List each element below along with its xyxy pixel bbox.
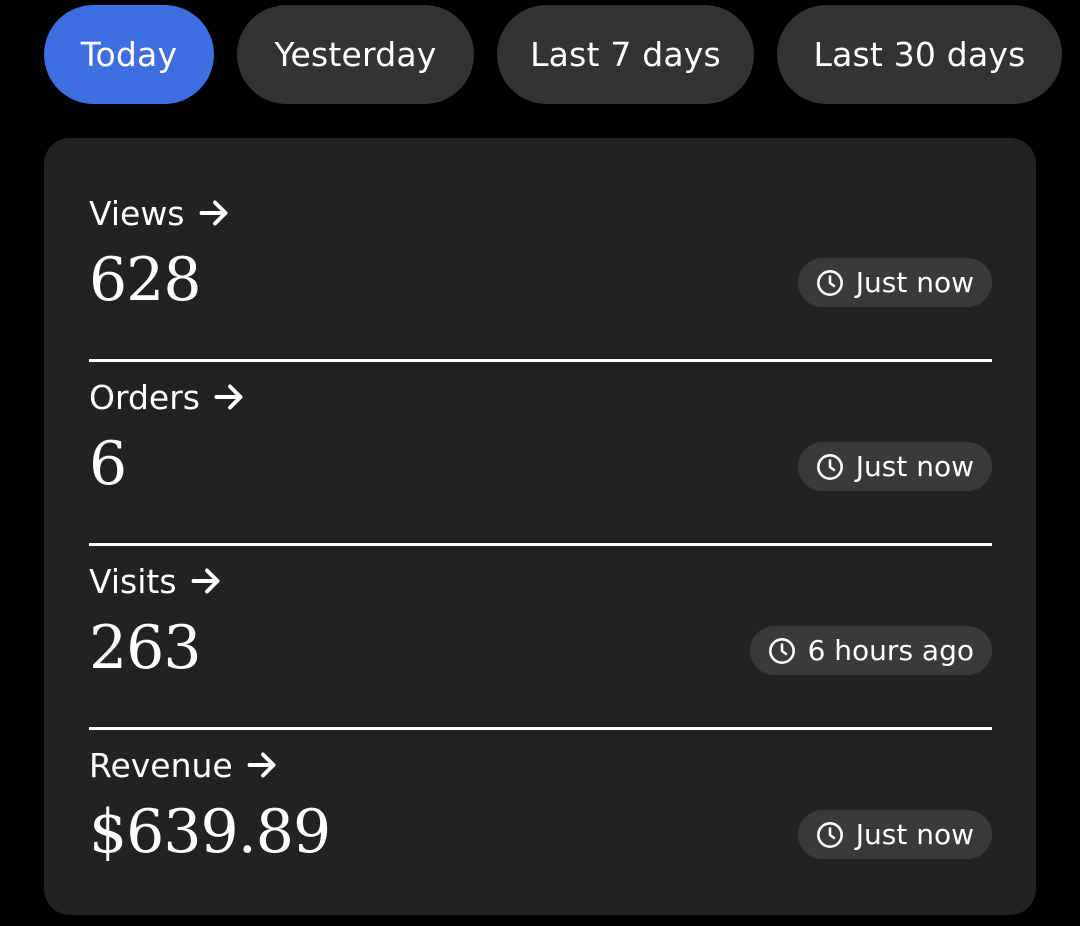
stats-card: Views 628 Just now Orders 6 Just now Vis… <box>44 138 1036 915</box>
metric-revenue: Revenue $639.89 Just now <box>89 730 992 914</box>
updated-badge: Just now <box>797 258 992 307</box>
updated-text: Just now <box>855 266 974 299</box>
metric-visits: Visits 263 6 hours ago <box>89 546 992 730</box>
updated-badge: 6 hours ago <box>749 626 992 675</box>
metric-views: Views 628 Just now <box>89 178 992 362</box>
metric-label: Visits <box>89 561 177 601</box>
tab-last-30-days[interactable]: Last 30 days <box>777 5 1062 104</box>
updated-text: 6 hours ago <box>807 634 974 667</box>
metric-orders: Orders 6 Just now <box>89 362 992 546</box>
clock-icon <box>768 637 795 664</box>
metric-value: 628 <box>89 245 202 315</box>
arrow-right-icon <box>214 384 243 410</box>
metric-label: Views <box>89 193 185 233</box>
clock-icon <box>816 269 843 296</box>
views-link[interactable]: Views <box>89 190 233 236</box>
metric-value: 6 <box>89 429 127 499</box>
arrow-right-icon <box>199 200 227 226</box>
tab-last-7-days[interactable]: Last 7 days <box>497 5 754 104</box>
arrow-right-icon <box>191 568 219 594</box>
visits-link[interactable]: Visits <box>89 558 225 604</box>
metric-value: 263 <box>89 613 202 683</box>
updated-badge: Just now <box>797 442 992 491</box>
clock-icon <box>816 821 843 848</box>
revenue-link[interactable]: Revenue <box>89 742 281 788</box>
arrow-right-icon <box>247 752 276 778</box>
metric-label: Revenue <box>89 745 233 785</box>
clock-icon <box>816 453 843 480</box>
date-range-tabs: Today Yesterday Last 7 days Last 30 days <box>44 5 1064 104</box>
updated-text: Just now <box>855 450 974 483</box>
metric-label: Orders <box>89 377 200 417</box>
tab-yesterday[interactable]: Yesterday <box>237 5 474 104</box>
tab-today[interactable]: Today <box>44 5 214 104</box>
updated-badge: Just now <box>797 810 992 859</box>
orders-link[interactable]: Orders <box>89 374 248 420</box>
updated-text: Just now <box>855 818 974 851</box>
metric-value: $639.89 <box>89 797 331 867</box>
